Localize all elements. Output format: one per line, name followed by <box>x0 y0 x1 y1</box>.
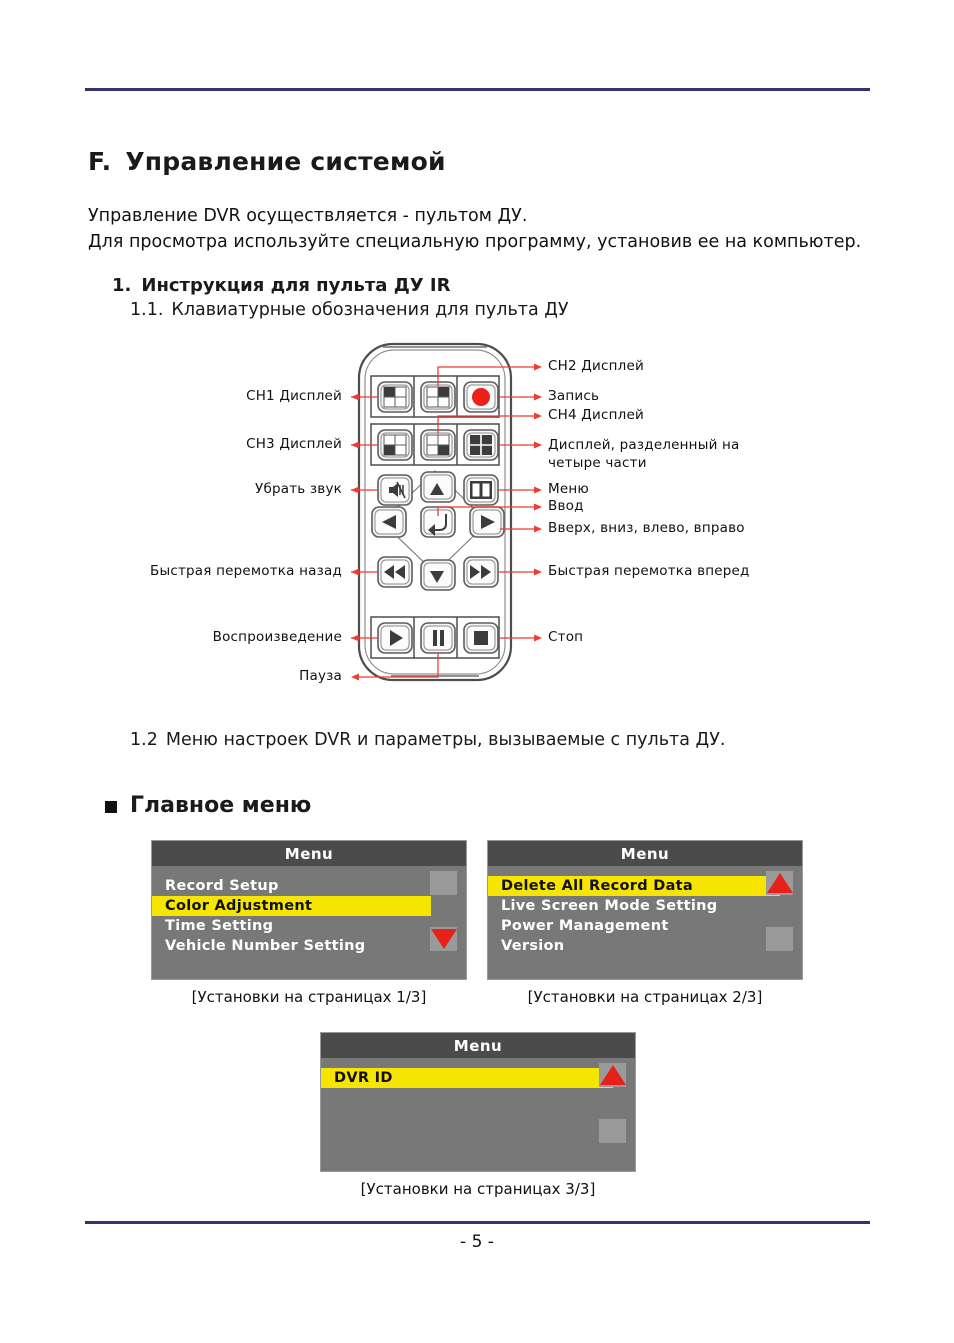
menu-panel-2-title: Menu <box>488 841 802 866</box>
label-ch1-display: CH1 Дисплей <box>246 388 342 404</box>
button-play <box>377 622 413 654</box>
heading-main-menu: Главное меню <box>105 793 311 818</box>
scroll-indicator-bottom-blank <box>766 927 793 951</box>
menu-item-delete-all-record-data[interactable]: Delete All Record Data <box>488 876 780 896</box>
scroll-indicator-up[interactable] <box>766 871 793 895</box>
scroll-indicator-top-blank <box>430 871 457 895</box>
heading-item-1-1: 1.1. Клавиатурные обозначения для пульта … <box>130 300 569 320</box>
page-title: F. Управление системой <box>88 147 446 176</box>
document-page: F. Управление системой Управление DVR осу… <box>0 0 954 1343</box>
button-up <box>420 471 456 503</box>
label-ch2-display: CH2 Дисплей <box>548 358 644 374</box>
heading-item-1-1-text: Клавиатурные обозначения для пульта ДУ <box>171 300 569 320</box>
label-record: Запись <box>548 388 600 404</box>
button-ch1-display <box>377 381 413 413</box>
triangle-up-icon <box>766 873 793 893</box>
caption-panel-3: [Установки на страницах 3/3] <box>360 1180 596 1198</box>
heading-item-1-2: 1.2 Меню настроек DVR и параметры, вызыва… <box>130 730 725 750</box>
menu-item-dvr-id[interactable]: DVR ID <box>321 1068 613 1088</box>
menu-panel-3-body: DVR ID <box>321 1058 635 1171</box>
menu-item-color-adjustment[interactable]: Color Adjustment <box>152 896 431 916</box>
scroll-indicator-up-3[interactable] <box>599 1063 626 1087</box>
dvr-menu-panel-3[interactable]: Menu DVR ID <box>320 1032 636 1172</box>
label-rewind: Быстрая перемотка назад <box>150 563 342 579</box>
button-fast-forward <box>463 556 499 588</box>
heading-main-menu-text: Главное меню <box>130 793 312 818</box>
menu-item-vehicle-number-setting[interactable]: Vehicle Number Setting <box>152 936 466 956</box>
label-fast-forward: Быстрая перемотка вперед <box>548 563 750 579</box>
section-letter: F. <box>88 146 112 176</box>
label-quad-display: Дисплей, разделенный на четыре части <box>548 437 740 472</box>
scroll-indicator-down[interactable] <box>430 927 457 951</box>
label-ch3-display: CH3 Дисплей <box>246 436 342 452</box>
menu-panel-2-body: Delete All Record Data Live Screen Mode … <box>488 866 802 979</box>
button-right <box>469 506 505 538</box>
triangle-up-icon <box>599 1065 626 1085</box>
menu-item-power-management[interactable]: Power Management <box>488 916 802 936</box>
label-mute: Убрать звук <box>255 481 342 497</box>
button-stop <box>463 622 499 654</box>
button-mute <box>377 474 413 506</box>
footer-page-number: - 5 - <box>460 1232 494 1252</box>
button-pause <box>420 622 456 654</box>
label-play: Воспроизведение <box>212 629 342 645</box>
heading-item-1: 1. Инструкция для пульта ДУ IR <box>112 275 450 296</box>
triangle-down-icon <box>430 929 457 949</box>
caption-panel-1: [Установки на страницах 1/3] <box>191 988 427 1006</box>
remote-control-diagram: CH1 Дисплей CH3 Дисплей Убрать звук Быст… <box>150 340 790 700</box>
dvr-menu-panel-2[interactable]: Menu Delete All Record Data Live Screen … <box>487 840 803 980</box>
heading-item-1-number: 1. <box>112 275 132 296</box>
label-pause: Пауза <box>299 668 342 684</box>
button-ch2-display <box>420 381 456 413</box>
label-ch4-display: CH4 Дисплей <box>548 407 644 423</box>
label-menu: Меню <box>548 481 589 497</box>
heading-item-1-2-number: 1.2 <box>130 730 158 750</box>
bullet-square-icon <box>105 800 117 813</box>
menu-item-live-screen-mode-setting[interactable]: Live Screen Mode Setting <box>488 896 802 916</box>
caption-panel-2: [Установки на страницах 2/3] <box>527 988 763 1006</box>
heading-item-1-2-text: Меню настроек DVR и параметры, вызываемы… <box>165 730 726 750</box>
section-title: Управление системой <box>125 146 446 176</box>
menu-panel-3-title: Menu <box>321 1033 635 1058</box>
button-quad-display <box>463 429 499 461</box>
dvr-menu-panel-1[interactable]: Menu Record Setup Color Adjustment Time … <box>151 840 467 980</box>
intro-line-1: Управление DVR осуществляется - пультом … <box>88 206 528 226</box>
button-left <box>371 506 407 538</box>
header-rule <box>85 88 870 91</box>
label-stop: Стоп <box>548 629 584 645</box>
label-enter: Ввод <box>548 498 584 514</box>
button-rewind <box>377 556 413 588</box>
button-record <box>463 381 499 413</box>
heading-item-1-text: Инструкция для пульта ДУ IR <box>141 275 451 296</box>
button-ch4-display <box>420 429 456 461</box>
scroll-indicator-bottom-blank-3 <box>599 1119 626 1143</box>
heading-item-1-1-number: 1.1. <box>130 300 164 320</box>
menu-item-version[interactable]: Version <box>488 936 802 956</box>
button-ch3-display <box>377 429 413 461</box>
intro-line-2: Для просмотра используйте специальную пр… <box>88 232 862 252</box>
label-directions: Вверх, вниз, влево, вправо <box>548 520 745 536</box>
button-down <box>420 559 456 591</box>
footer-rule <box>85 1221 870 1224</box>
menu-item-record-setup[interactable]: Record Setup <box>152 876 466 896</box>
menu-item-time-setting[interactable]: Time Setting <box>152 916 466 936</box>
button-menu <box>463 474 499 506</box>
menu-panel-1-body: Record Setup Color Adjustment Time Setti… <box>152 866 466 979</box>
menu-panel-1-title: Menu <box>152 841 466 866</box>
